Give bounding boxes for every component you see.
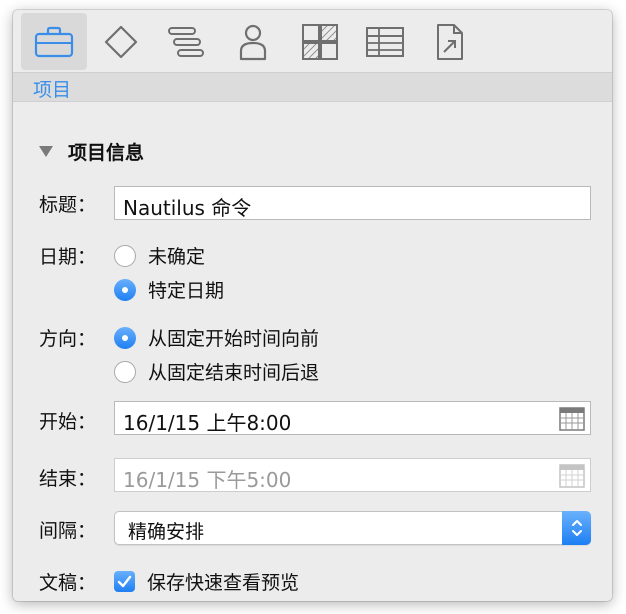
inspector-toolbar bbox=[13, 10, 612, 72]
direction-option-forward[interactable]: 从固定开始时间向前 bbox=[114, 324, 319, 351]
direction-label: 方向： bbox=[39, 328, 97, 350]
radio-label: 从固定开始时间向前 bbox=[148, 328, 320, 350]
inspector-panel: 项目 项目信息 标题： Nautilus 命令 日期： 未确定 特定日期 方向：… bbox=[13, 10, 612, 601]
tab-project[interactable] bbox=[21, 13, 87, 70]
title-label: 标题： bbox=[39, 194, 97, 216]
briefcase-icon bbox=[34, 26, 74, 57]
tab-document[interactable] bbox=[417, 13, 483, 70]
radio-button[interactable] bbox=[114, 360, 136, 383]
tab-table[interactable] bbox=[352, 13, 418, 70]
direction-option-backward[interactable]: 从固定结束时间后退 bbox=[114, 358, 319, 385]
tab-label-bar: 项目 bbox=[13, 72, 612, 102]
start-date-field[interactable]: 16/1/15 上午8:00 bbox=[114, 401, 591, 435]
quicklook-checkbox-row[interactable]: 保存快速查看预览 bbox=[114, 568, 299, 595]
style-grid-icon bbox=[302, 23, 338, 60]
start-date-value: 16/1/15 上午8:00 bbox=[123, 411, 292, 435]
tab-gantt[interactable] bbox=[153, 13, 219, 70]
tab-task[interactable] bbox=[88, 13, 154, 70]
radio-label: 从固定结束时间后退 bbox=[148, 362, 320, 384]
radio-button[interactable] bbox=[114, 244, 136, 267]
title-field[interactable]: Nautilus 命令 bbox=[114, 186, 591, 220]
date-option-undetermined[interactable]: 未确定 bbox=[114, 242, 205, 269]
disclosure-triangle-icon[interactable] bbox=[39, 146, 53, 157]
date-option-specific[interactable]: 特定日期 bbox=[114, 276, 224, 303]
popup-stepper[interactable] bbox=[562, 511, 591, 545]
tab-resource[interactable] bbox=[220, 13, 286, 70]
checkbox-label: 保存快速查看预览 bbox=[147, 572, 300, 594]
end-label: 结束： bbox=[39, 468, 97, 490]
draft-label: 文稿： bbox=[39, 572, 97, 594]
person-icon bbox=[239, 24, 267, 60]
date-label: 日期： bbox=[39, 246, 97, 268]
start-label: 开始： bbox=[39, 411, 97, 433]
calendar-icon bbox=[559, 464, 585, 488]
checkbox-checked[interactable] bbox=[114, 571, 135, 592]
radio-button-selected[interactable] bbox=[114, 326, 136, 349]
end-date-value: 16/1/15 下午5:00 bbox=[123, 468, 292, 492]
radio-label: 未确定 bbox=[148, 246, 206, 268]
granularity-popup[interactable]: 精确安排 bbox=[114, 511, 591, 545]
end-date-field: 16/1/15 下午5:00 bbox=[114, 458, 591, 492]
calendar-icon[interactable] bbox=[559, 407, 585, 431]
diamond-icon bbox=[104, 25, 138, 58]
title-field-value: Nautilus 命令 bbox=[123, 196, 252, 220]
gantt-icon bbox=[168, 26, 204, 57]
export-document-icon bbox=[437, 23, 463, 60]
radio-label: 特定日期 bbox=[148, 280, 225, 302]
granularity-value: 精确安排 bbox=[128, 521, 205, 543]
tab-style[interactable] bbox=[287, 13, 353, 70]
inspector-content: 项目信息 标题： Nautilus 命令 日期： 未确定 特定日期 方向： 从固… bbox=[13, 102, 612, 601]
granularity-label: 间隔： bbox=[39, 520, 97, 542]
radio-button-selected[interactable] bbox=[114, 278, 136, 301]
active-tab-label: 项目 bbox=[33, 79, 72, 101]
section-title: 项目信息 bbox=[68, 142, 145, 164]
checkmark-icon bbox=[117, 575, 132, 588]
table-icon bbox=[366, 26, 404, 57]
section-header[interactable]: 项目信息 bbox=[39, 138, 144, 165]
chevron-updown-icon bbox=[571, 520, 582, 536]
